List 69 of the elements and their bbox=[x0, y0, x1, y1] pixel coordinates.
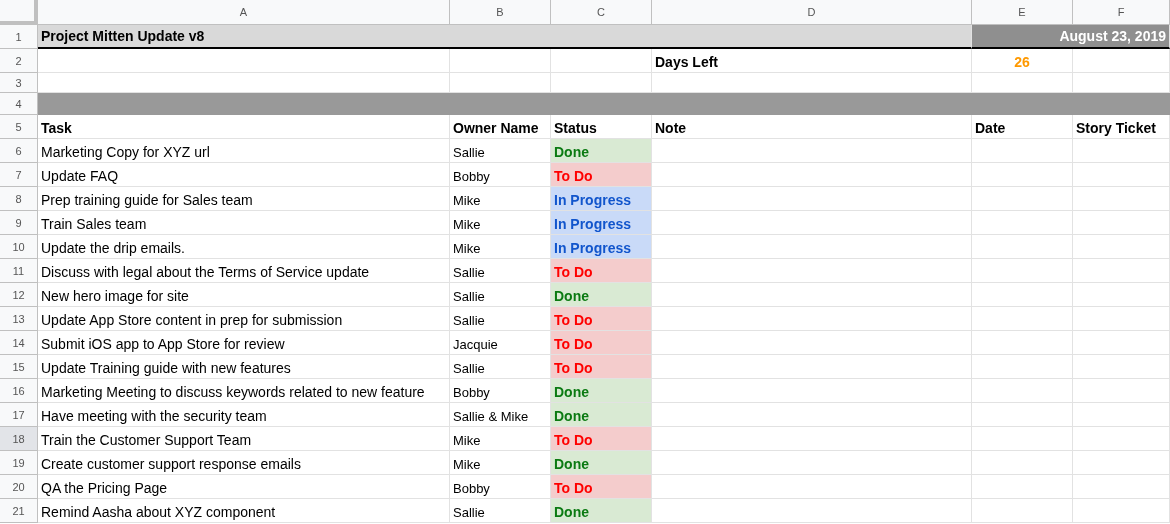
status-cell: Done bbox=[551, 139, 652, 163]
table-cell: New hero image for site bbox=[38, 283, 450, 307]
row-header[interactable]: 18 bbox=[0, 427, 38, 451]
row-header[interactable]: 4 bbox=[0, 93, 38, 115]
status-cell: In Progress bbox=[551, 211, 652, 235]
row-header[interactable]: 21 bbox=[0, 499, 38, 523]
row-header[interactable]: 2 bbox=[0, 49, 38, 73]
row-header[interactable]: 16 bbox=[0, 379, 38, 403]
row-header[interactable]: 9 bbox=[0, 211, 38, 235]
column-title: Note bbox=[652, 115, 972, 139]
row-header[interactable]: 12 bbox=[0, 283, 38, 307]
row-header[interactable]: 8 bbox=[0, 187, 38, 211]
row-header[interactable]: 5 bbox=[0, 115, 38, 139]
row-header[interactable]: 6 bbox=[0, 139, 38, 163]
column-header[interactable]: D bbox=[652, 0, 972, 25]
row-header[interactable]: 10 bbox=[0, 235, 38, 259]
sheet-title: Project Mitten Update v8 bbox=[38, 25, 972, 49]
table-cell: Marketing Copy for XYZ url bbox=[38, 139, 450, 163]
status-cell: In Progress bbox=[551, 235, 652, 259]
row-header[interactable]: 17 bbox=[0, 403, 38, 427]
table-cell: Submit iOS app to App Store for review bbox=[38, 331, 450, 355]
table-cell: Update the drip emails. bbox=[38, 235, 450, 259]
table-cell: Train Sales team bbox=[38, 211, 450, 235]
status-cell: Done bbox=[551, 403, 652, 427]
table-cell: Train the Customer Support Team bbox=[38, 427, 450, 451]
row-header[interactable]: 19 bbox=[0, 451, 38, 475]
status-cell: Done bbox=[551, 451, 652, 475]
row-header[interactable]: 20 bbox=[0, 475, 38, 499]
status-cell: To Do bbox=[551, 163, 652, 187]
status-cell: To Do bbox=[551, 307, 652, 331]
row-header[interactable]: 11 bbox=[0, 259, 38, 283]
column-title: Date bbox=[972, 115, 1073, 139]
table-cell: Update Training guide with new features bbox=[38, 355, 450, 379]
table-cell: Discuss with legal about the Terms of Service update bbox=[38, 259, 450, 283]
column-header[interactable]: B bbox=[450, 0, 551, 25]
select-all-corner[interactable] bbox=[0, 0, 38, 25]
row-header[interactable]: 13 bbox=[0, 307, 38, 331]
column-title: Owner Name bbox=[450, 115, 551, 139]
row-header[interactable]: 1 bbox=[0, 25, 38, 49]
status-cell: Done bbox=[551, 379, 652, 403]
status-cell: Done bbox=[551, 283, 652, 307]
table-cell: Marketing Meeting to discuss keywords related to new feature bbox=[38, 379, 450, 403]
column-header[interactable]: E bbox=[972, 0, 1073, 25]
date-cell: August 23, 2019 bbox=[972, 25, 1170, 49]
days-left-value: 26 bbox=[972, 49, 1073, 73]
table-cell: Create customer support response emails bbox=[38, 451, 450, 475]
status-cell: To Do bbox=[551, 331, 652, 355]
column-title: Task bbox=[38, 115, 450, 139]
table-cell: Days Left bbox=[652, 49, 972, 73]
table-cell: QA the Pricing Page bbox=[38, 475, 450, 499]
column-header[interactable]: C bbox=[551, 0, 652, 25]
status-cell: Done bbox=[551, 499, 652, 523]
status-cell: In Progress bbox=[551, 187, 652, 211]
row-header[interactable]: 7 bbox=[0, 163, 38, 187]
status-cell: To Do bbox=[551, 475, 652, 499]
row-header[interactable]: 3 bbox=[0, 73, 38, 93]
status-cell: To Do bbox=[551, 355, 652, 379]
column-header[interactable]: F bbox=[1073, 0, 1170, 25]
table-cell: Update FAQ bbox=[38, 163, 450, 187]
table-cell: Prep training guide for Sales team bbox=[38, 187, 450, 211]
row-header[interactable]: 14 bbox=[0, 331, 38, 355]
column-header[interactable]: A bbox=[38, 0, 450, 25]
status-cell: To Do bbox=[551, 259, 652, 283]
column-title: Story Ticket bbox=[1073, 115, 1170, 139]
table-cell: Remind Aasha about XYZ component bbox=[38, 499, 450, 523]
status-cell: To Do bbox=[551, 427, 652, 451]
table-cell: Have meeting with the security team bbox=[38, 403, 450, 427]
row-header[interactable]: 15 bbox=[0, 355, 38, 379]
table-cell: Update App Store content in prep for submission bbox=[38, 307, 450, 331]
